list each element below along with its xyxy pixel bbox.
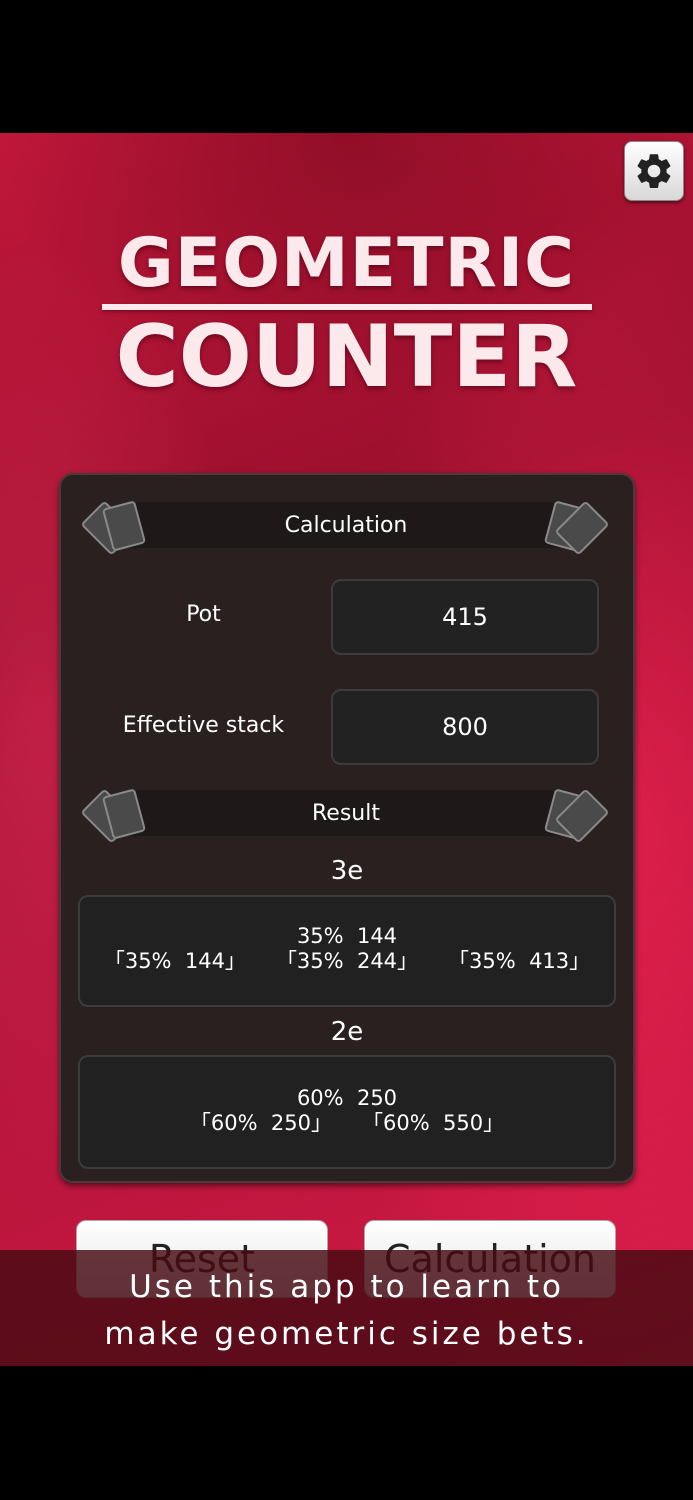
result-3e-label: 3e [330,856,364,886]
result-2e-street-1: 「60% 250」 [189,1111,332,1135]
result-title: Result [312,800,380,826]
tip-banner-line-1: Use this app to learn to [129,1269,564,1305]
result-3e-street-2: 「35% 244」 [275,949,419,973]
calculation-title: Calculation [284,512,408,538]
pot-field[interactable]: 415 [331,579,599,655]
cards-icon [80,500,149,556]
result-2e-box: 60% 250 「60% 250」 「60% 550」 [78,1055,616,1169]
result-3e-street-1: 「35% 144」 [103,949,246,973]
gear-icon [637,154,671,188]
cards-icon [543,500,610,556]
tip-banner-line-2: make geometric size bets. [104,1316,589,1352]
pot-label: Pot [186,602,221,627]
tip-banner: Use this app to learn to make geometric … [0,1250,693,1366]
logo-title-top: GEOMETRIC [117,224,576,303]
result-2e-summary: 60% 250 [296,1086,398,1110]
result-3e-street-3: 「35% 413」 [448,949,591,973]
result-3e-summary: 35% 144 [296,924,398,948]
cards-icon [543,788,610,844]
settings-button[interactable] [624,141,684,201]
result-2e-label: 2e [330,1017,364,1047]
result-2e-street-2: 「60% 550」 [362,1111,505,1135]
result-3e-box: 35% 144 「35% 144」 「35% 244」 「35% 413」 [78,895,616,1007]
app-logo: GEOMETRIC COUNTER [0,228,693,404]
app-screen: GEOMETRIC COUNTER Calculation Pot 415 Ef… [0,133,693,1366]
cards-icon [80,788,149,844]
calculator-panel: Calculation Pot 415 Effective stack 800 … [59,473,635,1183]
result-header: Result [80,788,610,844]
effective-stack-label: Effective stack [122,713,285,738]
status-bar-area [0,0,693,133]
navigation-bar-area [0,1366,693,1500]
effective-stack-field[interactable]: 800 [331,689,599,765]
logo-title-bottom: COUNTER [115,307,578,407]
calculation-header: Calculation [80,500,610,556]
